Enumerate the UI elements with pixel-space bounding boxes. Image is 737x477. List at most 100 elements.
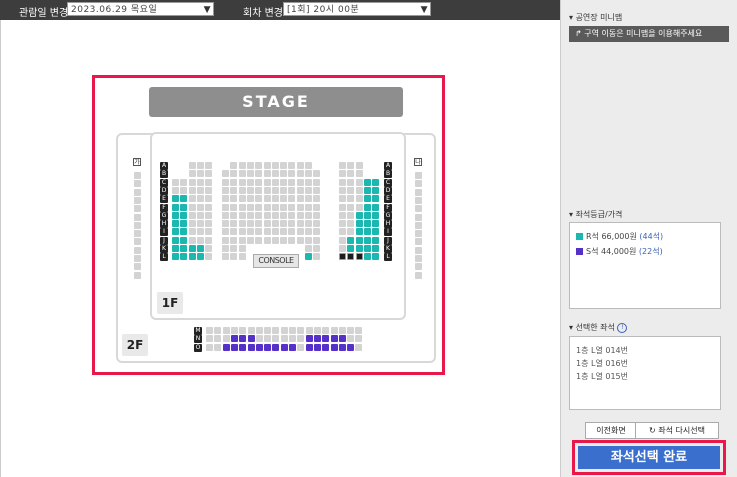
seat[interactable] xyxy=(313,343,321,351)
minimap-button[interactable]: ↱ 구역 이동은 미니맵을 이용해주세요 xyxy=(569,26,729,42)
seat[interactable] xyxy=(272,327,280,334)
seat[interactable] xyxy=(272,343,280,351)
seat[interactable] xyxy=(222,220,229,228)
seat[interactable] xyxy=(239,335,247,343)
seat[interactable] xyxy=(238,245,246,252)
seat[interactable] xyxy=(230,211,238,219)
seat[interactable] xyxy=(272,335,280,343)
seat[interactable] xyxy=(180,253,188,261)
seat[interactable] xyxy=(188,228,196,236)
seat[interactable] xyxy=(188,245,196,252)
seat[interactable] xyxy=(255,228,263,236)
seat[interactable] xyxy=(313,220,321,228)
seat[interactable] xyxy=(205,245,213,252)
seat[interactable] xyxy=(313,236,321,244)
seat[interactable] xyxy=(188,195,196,203)
seat[interactable] xyxy=(134,172,141,179)
seat[interactable] xyxy=(288,211,296,219)
seat[interactable] xyxy=(289,327,296,334)
seat[interactable] xyxy=(355,162,363,169)
complete-button[interactable]: 좌석선택 완료 xyxy=(578,446,720,469)
seat[interactable] xyxy=(134,205,141,213)
round-select[interactable]: [1회] 20시 00분 ▼ xyxy=(283,2,431,16)
seat[interactable] xyxy=(134,196,141,204)
seat[interactable] xyxy=(297,335,305,343)
seat[interactable] xyxy=(230,186,238,194)
seat[interactable] xyxy=(188,236,196,244)
seat[interactable] xyxy=(188,220,196,228)
seat[interactable] xyxy=(355,236,363,244)
seat[interactable] xyxy=(355,228,363,236)
seat[interactable] xyxy=(363,178,371,186)
seat[interactable] xyxy=(289,343,296,351)
seat[interactable] xyxy=(372,228,380,236)
seat[interactable] xyxy=(238,228,246,236)
seat[interactable] xyxy=(134,263,141,271)
seat[interactable] xyxy=(188,170,196,178)
seat[interactable] xyxy=(339,162,346,169)
seat[interactable] xyxy=(355,220,363,228)
seat[interactable] xyxy=(347,195,355,203)
seat[interactable] xyxy=(222,228,229,236)
seat[interactable] xyxy=(230,162,238,169)
seat[interactable] xyxy=(280,236,288,244)
seat[interactable] xyxy=(415,180,422,188)
seat[interactable] xyxy=(305,170,312,178)
seat[interactable] xyxy=(355,335,363,343)
seat[interactable] xyxy=(230,203,238,211)
seat[interactable] xyxy=(347,343,355,351)
seat[interactable] xyxy=(238,178,246,186)
seat[interactable] xyxy=(255,203,263,211)
seat[interactable] xyxy=(205,228,213,236)
seat[interactable] xyxy=(222,343,230,351)
seat[interactable] xyxy=(263,195,271,203)
seat[interactable] xyxy=(230,253,238,261)
seat[interactable] xyxy=(330,327,338,334)
seat[interactable] xyxy=(339,186,346,194)
seat[interactable] xyxy=(188,253,196,261)
seat[interactable] xyxy=(271,211,279,219)
seat[interactable] xyxy=(246,162,254,169)
seat[interactable] xyxy=(415,188,422,196)
seat[interactable] xyxy=(363,253,371,261)
seat[interactable] xyxy=(188,178,196,186)
seat[interactable] xyxy=(255,220,263,228)
seat[interactable] xyxy=(172,228,179,236)
seat[interactable] xyxy=(255,170,263,178)
seat[interactable] xyxy=(372,186,380,194)
seat[interactable] xyxy=(305,203,312,211)
info-icon[interactable]: ! xyxy=(617,322,628,333)
seat[interactable] xyxy=(305,220,312,228)
seat[interactable] xyxy=(330,343,338,351)
seat[interactable] xyxy=(339,245,346,252)
seat[interactable] xyxy=(188,211,196,219)
seat[interactable] xyxy=(355,195,363,203)
seat[interactable] xyxy=(339,220,346,228)
seat[interactable] xyxy=(415,205,422,213)
seat[interactable] xyxy=(296,195,304,203)
seat[interactable] xyxy=(305,245,312,252)
seat[interactable] xyxy=(196,211,204,219)
seat[interactable] xyxy=(180,186,188,194)
seat[interactable] xyxy=(288,195,296,203)
seat[interactable] xyxy=(222,203,229,211)
seat[interactable] xyxy=(222,335,230,343)
seat[interactable] xyxy=(246,203,254,211)
reset-seat-button[interactable]: ↻ 좌석 다시선택 xyxy=(635,422,719,439)
seat[interactable] xyxy=(255,236,263,244)
seat[interactable] xyxy=(288,236,296,244)
seat[interactable] xyxy=(206,343,213,351)
seat[interactable] xyxy=(222,186,229,194)
seat[interactable] xyxy=(289,335,296,343)
seat[interactable] xyxy=(415,255,422,262)
seat[interactable] xyxy=(347,228,355,236)
seat[interactable] xyxy=(305,162,312,169)
seat[interactable] xyxy=(230,343,238,351)
seat[interactable] xyxy=(322,327,330,334)
seat[interactable] xyxy=(355,170,363,178)
seat[interactable] xyxy=(238,195,246,203)
seat[interactable] xyxy=(415,213,422,221)
seat[interactable] xyxy=(296,236,304,244)
seat[interactable] xyxy=(363,228,371,236)
seat[interactable] xyxy=(339,228,346,236)
